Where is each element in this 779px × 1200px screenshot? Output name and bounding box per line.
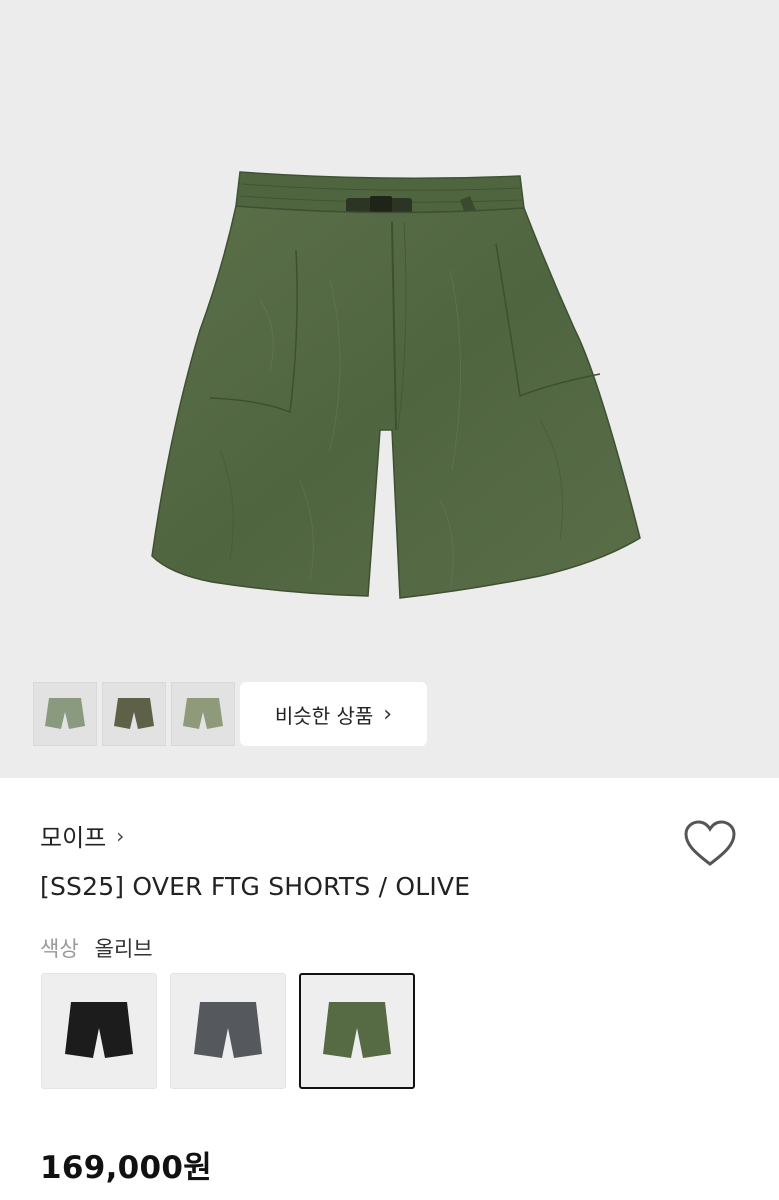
shorts-thumbnail-icon xyxy=(45,698,85,729)
black-shorts-swatch-icon xyxy=(65,1002,133,1058)
product-price: 169,000원 xyxy=(40,1150,213,1186)
heart-icon[interactable] xyxy=(684,820,736,868)
color-label: 색상 xyxy=(40,937,79,961)
gallery-thumbnail-1[interactable] xyxy=(33,682,97,746)
gallery-thumbnail-3[interactable] xyxy=(171,682,235,746)
brand-link[interactable]: 모이프 › xyxy=(40,818,124,853)
chevron-right-icon: › xyxy=(116,823,125,848)
color-selection-row: 색상 올리브 xyxy=(40,933,153,963)
shorts-thumbnail-icon xyxy=(183,698,223,729)
olive-shorts-swatch-icon xyxy=(323,1002,391,1058)
color-option-olive[interactable] xyxy=(299,973,415,1089)
brand-name: 모이프 xyxy=(40,824,107,852)
gallery-thumbnail-2[interactable] xyxy=(102,682,166,746)
color-option-black[interactable] xyxy=(41,973,157,1089)
color-option-charcoal[interactable] xyxy=(170,973,286,1089)
shorts-thumbnail-icon xyxy=(114,698,154,729)
similar-products-label: 비슷한 상품 xyxy=(274,703,374,728)
product-title: [SS25] OVER FTG SHORTS / OLIVE xyxy=(40,872,471,901)
charcoal-shorts-swatch-icon xyxy=(194,1002,262,1058)
product-main-image xyxy=(151,171,641,599)
product-image-gallery[interactable]: 비슷한 상품 › xyxy=(0,0,779,778)
chevron-right-icon: › xyxy=(383,701,393,727)
selected-color-value: 올리브 xyxy=(94,937,153,961)
similar-products-button[interactable]: 비슷한 상품 › xyxy=(240,682,427,746)
